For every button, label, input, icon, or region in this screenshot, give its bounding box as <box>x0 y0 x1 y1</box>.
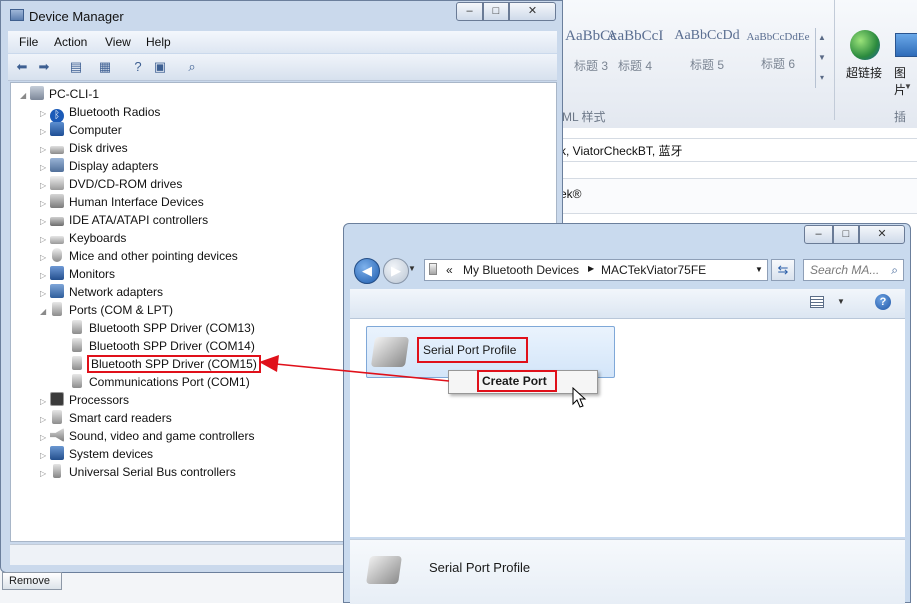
annotation-arrow-line <box>275 363 450 382</box>
annotation-arrow <box>259 355 450 382</box>
annotation-arrowhead <box>259 355 279 372</box>
